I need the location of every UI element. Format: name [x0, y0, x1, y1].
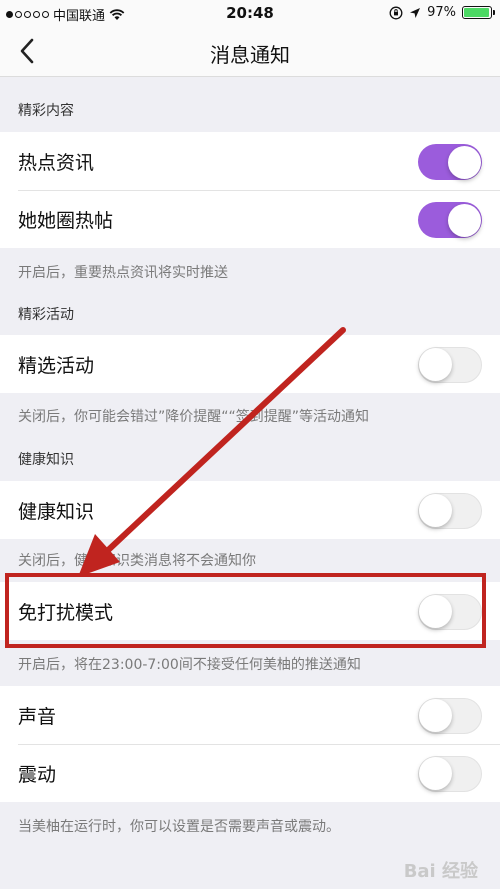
orientation-lock-icon [389, 6, 403, 19]
row-health-knowledge: 健康知识 [0, 481, 500, 539]
group-content: 热点资讯 她她圈热帖 [0, 132, 500, 248]
page-title: 消息通知 [210, 43, 290, 67]
row-label: 健康知识 [18, 500, 95, 523]
row-hot-news: 热点资讯 [0, 132, 500, 190]
toggle-sound[interactable] [418, 698, 482, 734]
group-health: 健康知识 [0, 481, 500, 539]
note-dnd: 开启后，将在23:00-7:00间不接受任何美柚的推送通知 [18, 657, 361, 673]
toggle-vibration[interactable] [418, 756, 482, 792]
toggle-hot-news[interactable] [418, 144, 482, 180]
location-icon [410, 7, 421, 18]
section-header-health: 健康知识 [18, 452, 74, 468]
nav-bar: 消息通知 [0, 26, 500, 77]
note-activities: 关闭后，你可能会错过”降价提醒““签到提醒”等活动通知 [18, 409, 370, 425]
group-sound-vibration: 声音 震动 [0, 686, 500, 802]
section-header-activities: 精彩活动 [18, 307, 74, 323]
status-bar: 中国联通 20:48 97% [0, 0, 500, 26]
section-header-content: 精彩内容 [18, 103, 74, 119]
note-content: 开启后，重要热点资讯将实时推送 [18, 265, 228, 281]
toggle-do-not-disturb[interactable] [418, 594, 482, 630]
note-health: 关闭后，健康知识类消息将不会通知你 [18, 553, 256, 569]
row-featured-activities: 精选活动 [0, 335, 500, 393]
row-label: 她她圈热帖 [18, 209, 114, 232]
row-do-not-disturb: 免打扰模式 [0, 582, 500, 640]
row-label: 热点资讯 [18, 151, 95, 174]
toggle-circle-posts[interactable] [418, 202, 482, 238]
row-label: 声音 [18, 705, 57, 728]
row-vibration: 震动 [0, 744, 500, 802]
battery-icon [462, 6, 495, 19]
group-activities: 精选活动 [0, 335, 500, 393]
watermark: Bai 经验 [403, 861, 478, 882]
row-label: 精选活动 [18, 354, 95, 377]
row-sound: 声音 [0, 686, 500, 744]
toggle-health-knowledge[interactable] [418, 493, 482, 529]
row-circle-posts: 她她圈热帖 [0, 190, 500, 248]
note-sound-vibration: 当美柚在运行时，你可以设置是否需要声音或震动。 [18, 819, 340, 835]
row-label: 震动 [18, 763, 57, 786]
group-dnd: 免打扰模式 [0, 582, 500, 640]
status-right: 97% [389, 5, 495, 20]
row-label: 免打扰模式 [18, 601, 114, 624]
battery-percent: 97% [427, 5, 456, 20]
toggle-featured-activities[interactable] [418, 347, 482, 383]
